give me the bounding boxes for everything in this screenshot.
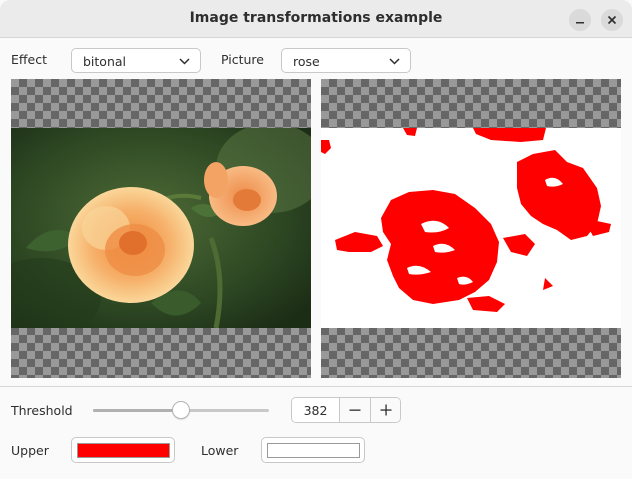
original-rose-image [11, 128, 311, 328]
upper-color-button[interactable] [71, 437, 175, 463]
minimize-icon [576, 22, 584, 24]
upper-color-swatch [77, 443, 170, 458]
upper-label: Upper [11, 443, 49, 458]
app-window: Image transformations example Effect bit… [0, 0, 632, 479]
decrement-button[interactable] [339, 398, 370, 422]
original-image-panel [11, 79, 311, 378]
effect-combo[interactable]: bitonal [71, 48, 201, 73]
lower-label: Lower [201, 443, 239, 458]
chevron-down-icon [389, 58, 400, 65]
transformed-image-panel [321, 79, 621, 378]
minus-icon [349, 409, 361, 411]
picture-label: Picture [221, 52, 264, 67]
threshold-slider-fill [93, 409, 181, 412]
close-icon [607, 15, 617, 25]
effect-label: Effect [11, 52, 47, 67]
window-title: Image transformations example [189, 10, 443, 26]
transformed-rose-image [321, 128, 621, 328]
effect-combo-value: bitonal [83, 54, 127, 69]
minimize-button[interactable] [569, 9, 591, 31]
lower-color-swatch [267, 443, 360, 458]
lower-color-button[interactable] [261, 437, 365, 463]
section-divider [0, 386, 632, 387]
picture-combo[interactable]: rose [281, 48, 411, 73]
threshold-label: Threshold [11, 403, 73, 418]
picture-combo-value: rose [293, 54, 320, 69]
chevron-down-icon [179, 58, 190, 65]
increment-button[interactable] [370, 398, 400, 422]
threshold-value-field[interactable] [292, 398, 339, 422]
plus-icon [380, 404, 392, 416]
threshold-slider-handle[interactable] [172, 401, 190, 419]
title-bar: Image transformations example [0, 0, 632, 38]
threshold-spinbox[interactable] [291, 397, 401, 423]
close-button[interactable] [601, 9, 623, 31]
